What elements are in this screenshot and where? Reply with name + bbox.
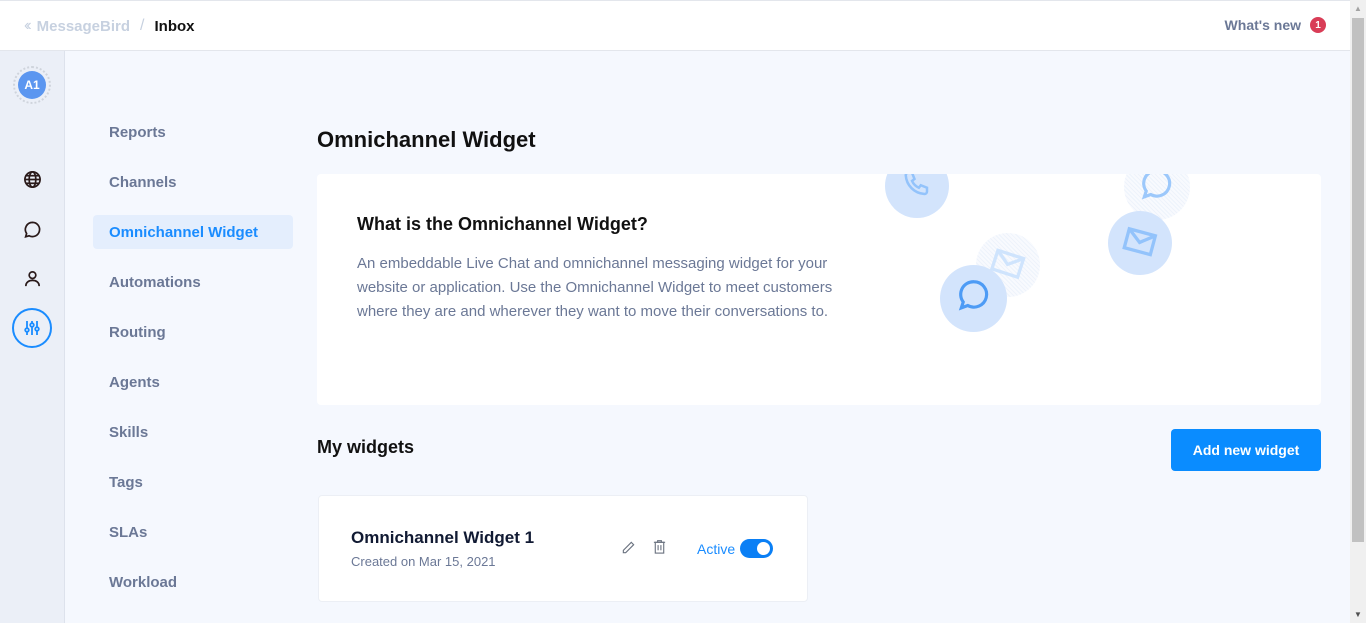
subnav-item-skills[interactable]: Skills <box>93 415 293 449</box>
subnav-item-channels[interactable]: Channels <box>93 165 293 199</box>
subnav-item-omnichannel-widget[interactable]: Omnichannel Widget <box>93 215 293 249</box>
intro-heading: What is the Omnichannel Widget? <box>357 214 648 234</box>
whats-new-badge: 1 <box>1310 17 1326 33</box>
widget-created-date: Created on Mar 15, 2021 <box>351 554 496 569</box>
toggle-knob <box>757 542 770 555</box>
scroll-thumb[interactable] <box>1352 18 1364 542</box>
avatar-initials: A1 <box>18 71 46 99</box>
intro-description: An embeddable Live Chat and omnichannel … <box>357 255 833 320</box>
intro-card: What is the Omnichannel Widget? An embed… <box>317 174 1321 405</box>
top-bar: ‹‹ MessageBird / Inbox What's new 1 <box>0 0 1350 51</box>
page-scrollbar[interactable]: ▲ ▼ <box>1350 0 1366 623</box>
whats-new-label: What's new <box>1224 17 1301 33</box>
widget-status-label: Active <box>697 541 736 557</box>
whats-new-button[interactable]: What's new 1 <box>1225 17 1326 33</box>
subnav-item-reports[interactable]: Reports <box>93 115 293 149</box>
double-chevron-left-icon[interactable]: ‹‹ <box>24 17 31 35</box>
sliders-icon[interactable] <box>12 308 52 348</box>
page-title: Omnichannel Widget <box>317 127 536 152</box>
subnav-item-agents[interactable]: Agents <box>93 365 293 399</box>
scroll-down-arrow-icon[interactable]: ▼ <box>1350 606 1366 623</box>
envelope-icon <box>1122 223 1158 264</box>
chat-bubble-icon <box>955 277 993 320</box>
scroll-up-arrow-icon[interactable]: ▲ <box>1350 0 1366 17</box>
chat-bubble-icon <box>1138 174 1176 209</box>
breadcrumb: ‹‹ MessageBird / Inbox <box>24 17 194 35</box>
illustration-envelope <box>1108 211 1172 275</box>
subnav-item-automations[interactable]: Automations <box>93 265 293 299</box>
phone-icon <box>902 174 932 204</box>
globe-icon[interactable] <box>20 167 44 191</box>
subnav-item-slas[interactable]: SLAs <box>93 515 293 549</box>
chat-bubble-icon[interactable] <box>20 217 44 241</box>
breadcrumb-separator: / <box>140 17 145 34</box>
illustration-phone-bubble <box>885 174 949 218</box>
icon-rail: A1 <box>0 51 65 623</box>
subnav-item-workload[interactable]: Workload <box>93 565 293 599</box>
breadcrumb-current: Inbox <box>154 17 195 35</box>
widget-card[interactable]: Omnichannel Widget 1 Created on Mar 15, … <box>318 495 808 602</box>
add-new-widget-button[interactable]: Add new widget <box>1171 429 1321 471</box>
breadcrumb-brand[interactable]: MessageBird <box>37 18 130 35</box>
illustration-chat-bubble <box>940 265 1007 332</box>
delete-trash-icon[interactable] <box>650 538 668 556</box>
settings-subnav: Reports Channels Omnichannel Widget Auto… <box>93 115 293 615</box>
my-widgets-heading: My widgets <box>317 437 415 457</box>
subnav-item-routing[interactable]: Routing <box>93 315 293 349</box>
edit-pencil-icon[interactable] <box>619 538 637 556</box>
user-icon[interactable] <box>20 266 44 290</box>
widget-active-toggle[interactable] <box>740 539 773 558</box>
avatar[interactable]: A1 <box>13 66 51 104</box>
widget-name: Omnichannel Widget 1 <box>351 528 535 547</box>
subnav-item-tags[interactable]: Tags <box>93 465 293 499</box>
